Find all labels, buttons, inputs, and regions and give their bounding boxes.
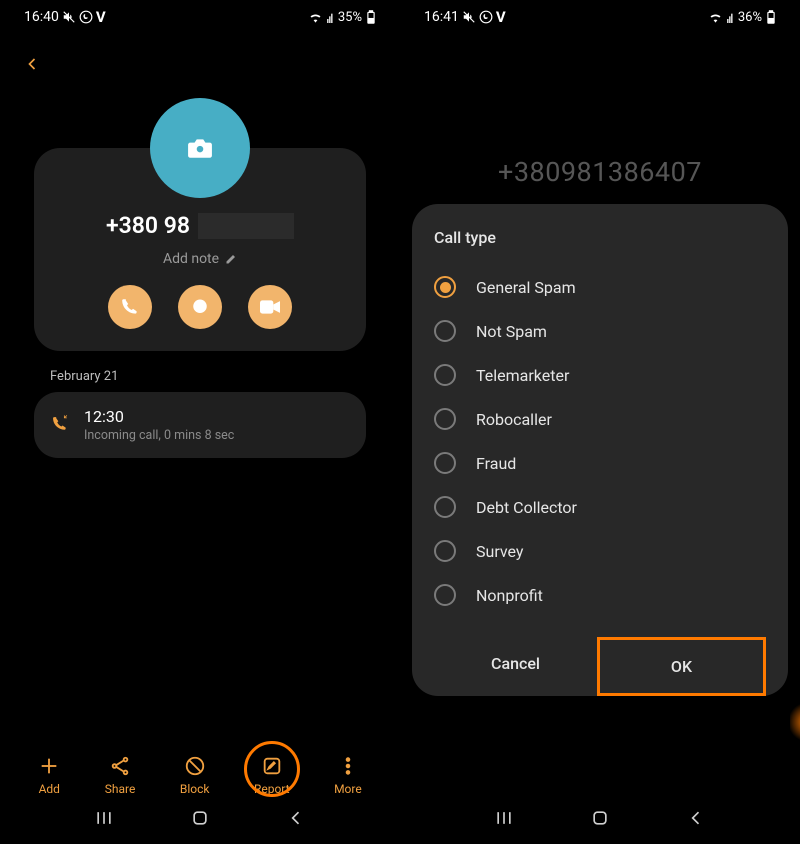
radio-option[interactable]: Robocaller <box>434 397 766 441</box>
status-battery: 35% <box>338 10 362 25</box>
radio-option[interactable]: Telemarketer <box>434 353 766 397</box>
signal-icon <box>727 11 734 23</box>
radio-label: Survey <box>476 542 523 561</box>
add-button[interactable]: Add <box>38 755 60 796</box>
dialog-actions: Cancel OK <box>434 637 766 696</box>
more-icon <box>337 755 359 777</box>
radio-label: Robocaller <box>476 410 552 429</box>
radio-circle-icon <box>434 584 456 606</box>
radio-circle-icon <box>434 540 456 562</box>
status-icons-left: V <box>62 8 106 26</box>
action-row <box>54 285 346 329</box>
more-button[interactable]: More <box>334 755 362 796</box>
incoming-call-icon <box>52 415 70 437</box>
status-time: 16:41 <box>424 9 459 25</box>
radio-label: Fraud <box>476 454 516 473</box>
radio-option[interactable]: Fraud <box>434 441 766 485</box>
cancel-button[interactable]: Cancel <box>434 637 597 696</box>
share-button[interactable]: Share <box>105 755 136 796</box>
block-label: Block <box>180 782 210 796</box>
mute-icon <box>462 10 476 24</box>
back-icon[interactable] <box>286 808 306 828</box>
block-icon <box>184 755 206 777</box>
radio-label: Not Spam <box>476 322 547 341</box>
radio-option[interactable]: Nonprofit <box>434 573 766 617</box>
date-header: February 21 <box>50 369 350 384</box>
message-icon <box>191 298 209 316</box>
radio-label: Nonprofit <box>476 586 543 605</box>
signal-icon <box>327 11 334 23</box>
share-icon <box>109 755 131 777</box>
whatsapp-icon <box>479 10 493 24</box>
system-nav-bar <box>400 802 800 834</box>
report-dialog-screen: 16:41 V 36% +380981386407 Call type Gene… <box>400 0 800 844</box>
battery-icon <box>366 10 376 24</box>
add-note-label: Add note <box>163 251 219 267</box>
plus-icon <box>38 755 60 777</box>
radio-option[interactable]: Not Spam <box>434 309 766 353</box>
phone-icon <box>121 298 139 316</box>
status-bar: 16:41 V 36% <box>400 0 800 30</box>
radio-circle-icon <box>434 364 456 386</box>
camera-icon <box>187 137 213 159</box>
report-button[interactable]: Report <box>254 755 290 796</box>
pencil-icon <box>225 253 237 265</box>
video-call-button[interactable] <box>248 285 292 329</box>
block-button[interactable]: Block <box>180 755 210 796</box>
wifi-icon <box>708 11 723 23</box>
call-log-item[interactable]: 12:30 Incoming call, 0 mins 8 sec <box>34 392 366 458</box>
whatsapp-icon <box>79 10 93 24</box>
radio-label: Telemarketer <box>476 366 569 385</box>
mute-icon <box>62 10 76 24</box>
status-time: 16:40 <box>24 9 59 25</box>
radio-label: Debt Collector <box>476 498 577 517</box>
more-label: More <box>334 782 362 796</box>
call-detail: Incoming call, 0 mins 8 sec <box>84 428 234 443</box>
home-icon[interactable] <box>590 808 610 828</box>
glow-decoration <box>790 700 800 744</box>
message-button[interactable] <box>178 285 222 329</box>
back-icon[interactable] <box>686 808 706 828</box>
call-time: 12:30 <box>84 407 234 426</box>
battery-icon <box>766 10 776 24</box>
system-nav-bar <box>0 802 400 834</box>
wifi-icon <box>308 11 323 23</box>
call-type-dialog: Call type General Spam Not Spam Telemarket… <box>412 204 788 696</box>
dialog-title: Call type <box>434 228 766 247</box>
radio-option[interactable]: Survey <box>434 529 766 573</box>
status-icons-left: V <box>462 8 506 26</box>
home-icon[interactable] <box>190 808 210 828</box>
radio-circle-icon <box>434 276 456 298</box>
phone-number-redacted <box>198 213 294 239</box>
contact-detail-screen: 16:40 V 35% +380 98 Add note <box>0 0 400 844</box>
chevron-left-icon <box>22 54 42 74</box>
call-button[interactable] <box>108 285 152 329</box>
radio-list: General Spam Not Spam Telemarketer Robocall… <box>434 265 766 617</box>
contact-avatar[interactable] <box>150 98 250 198</box>
share-label: Share <box>105 782 136 796</box>
ok-button[interactable]: OK <box>597 637 766 696</box>
bottom-toolbar: Add Share Block Report More <box>0 755 400 796</box>
status-bar: 16:40 V 35% <box>0 0 400 30</box>
radio-option[interactable]: General Spam <box>434 265 766 309</box>
radio-circle-icon <box>434 452 456 474</box>
phone-number: +380 98 <box>106 212 190 239</box>
radio-option[interactable]: Debt Collector <box>434 485 766 529</box>
highlight-report <box>244 741 300 797</box>
phone-number-row: +380 98 <box>54 212 346 239</box>
add-note-button[interactable]: Add note <box>54 251 346 267</box>
recent-apps-icon[interactable] <box>94 808 114 828</box>
status-battery: 36% <box>738 10 762 25</box>
recent-apps-icon[interactable] <box>494 808 514 828</box>
radio-circle-icon <box>434 408 456 430</box>
back-button[interactable] <box>0 30 400 84</box>
video-icon <box>260 300 280 314</box>
radio-label: General Spam <box>476 278 576 297</box>
radio-circle-icon <box>434 496 456 518</box>
background-number: +380981386407 <box>400 140 800 196</box>
add-label: Add <box>39 782 60 796</box>
radio-circle-icon <box>434 320 456 342</box>
